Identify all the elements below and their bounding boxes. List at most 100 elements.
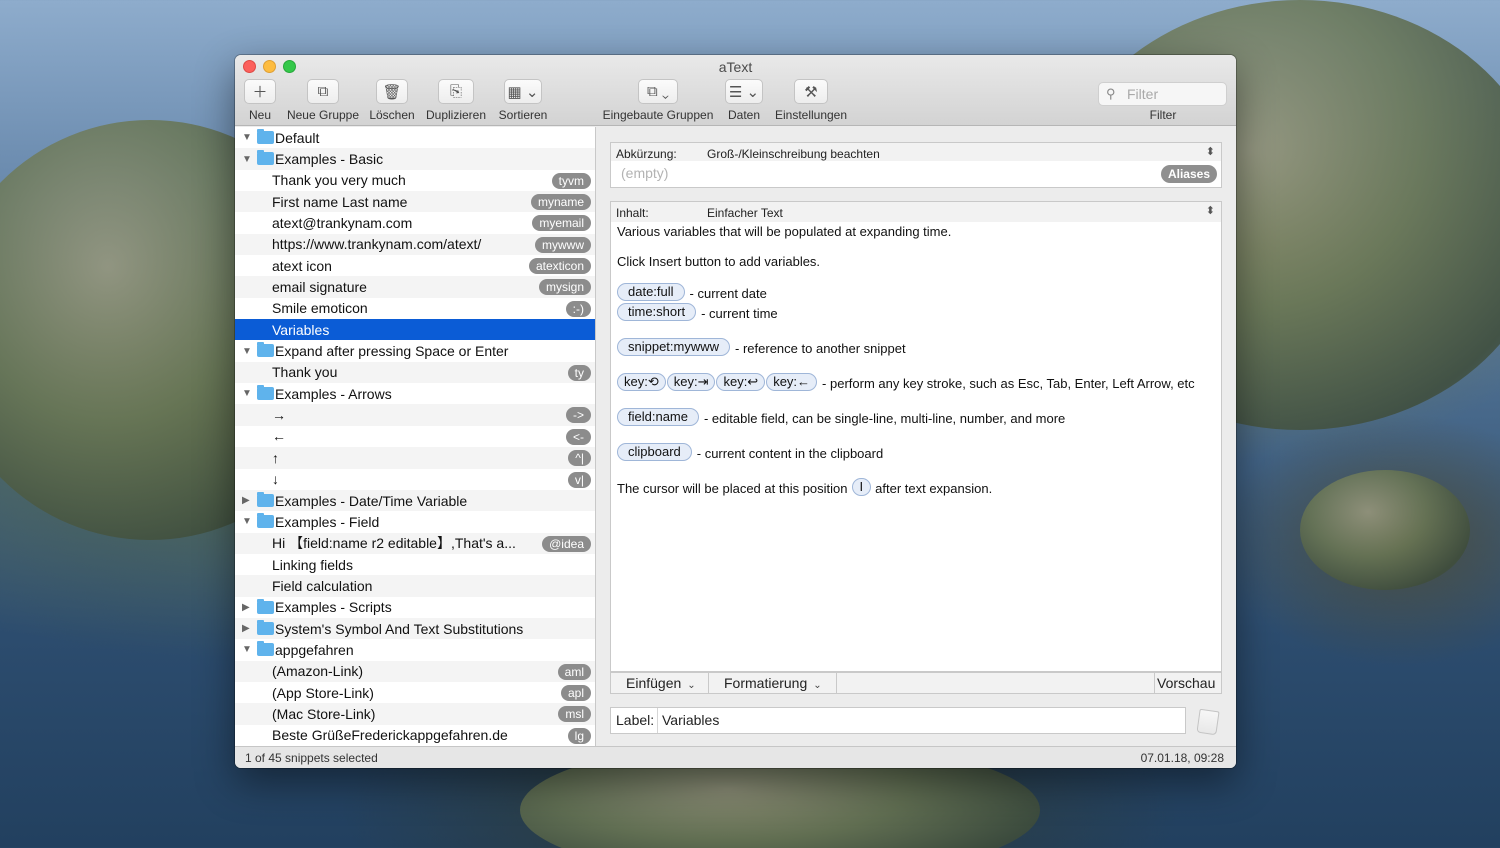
preview-button[interactable]: Vorschau bbox=[1154, 673, 1221, 693]
disclosure-expanded-icon[interactable]: ▼ bbox=[242, 154, 252, 165]
trash-icon[interactable] bbox=[1196, 708, 1220, 736]
trash-icon: 🗑 bbox=[376, 79, 408, 104]
snippet-row[interactable]: Hi 【field:name r2 editable】,That's a... @… bbox=[235, 532, 595, 554]
snippet-row[interactable]: Thank you very much tyvm bbox=[235, 170, 595, 191]
key-variable-token[interactable]: key:⟲ bbox=[617, 373, 666, 391]
abbreviation-badge: ^| bbox=[568, 450, 591, 467]
disclosure-expanded-icon[interactable]: ▼ bbox=[242, 132, 252, 143]
abbreviation-input[interactable]: (empty) Aliases bbox=[610, 161, 1222, 188]
group-name: Default bbox=[275, 129, 320, 146]
snippet-row[interactable]: email signature mysign bbox=[235, 276, 595, 298]
snippet-row[interactable]: (App Store-Link) apl bbox=[235, 682, 595, 703]
folder-icon bbox=[257, 342, 274, 358]
disclosure-collapsed-icon[interactable]: ▶ bbox=[242, 495, 250, 506]
snippet-row[interactable]: (Amazon-Link) aml bbox=[235, 660, 595, 682]
snippet-name: atext icon bbox=[272, 257, 332, 274]
abbreviation-badge: v| bbox=[567, 471, 591, 488]
disclosure-expanded-icon[interactable]: ▼ bbox=[242, 516, 252, 527]
label-divider bbox=[657, 708, 658, 733]
snippet-row[interactable]: Linking fields bbox=[235, 554, 595, 575]
disclosure-expanded-icon[interactable]: ▼ bbox=[242, 644, 252, 655]
snippet-row[interactable]: Field calculation bbox=[235, 575, 595, 597]
snippet-row[interactable]: ↑ ^| bbox=[235, 447, 595, 469]
snippet-row[interactable]: atext@trankynam.com myemail bbox=[235, 212, 595, 233]
group-row[interactable]: ▼ Examples - Basic bbox=[235, 148, 595, 170]
snippet-variable-token[interactable]: snippet:mywww bbox=[617, 338, 731, 356]
disclosure-collapsed-icon[interactable]: ▶ bbox=[242, 623, 250, 634]
clipboard-line: clipboard - current content in the clipb… bbox=[617, 443, 883, 461]
snippet-row[interactable]: Variables bbox=[235, 319, 595, 341]
abbreviation-badge: lg bbox=[567, 727, 591, 744]
cursor-variable-token[interactable]: I bbox=[851, 478, 872, 496]
disclosure-expanded-icon[interactable]: ▼ bbox=[242, 346, 252, 357]
abbreviation-badge: aml bbox=[557, 663, 591, 680]
updown-chevron-icon: ⬍ bbox=[1205, 205, 1215, 217]
snippet-name: ← bbox=[272, 428, 286, 445]
abbreviation-badge: :-) bbox=[565, 300, 591, 317]
snippet-name: (Amazon-Link) bbox=[272, 663, 364, 680]
group-name: Examples - Scripts bbox=[275, 599, 392, 616]
snippet-row[interactable]: Beste GrüßeFrederickappgefahren.de lg bbox=[235, 725, 595, 746]
group-row[interactable]: ▶ Examples - Date/Time Variable bbox=[235, 489, 595, 512]
key-line: key:⟲ key:⇥ key:↩ key:← - perform any ke… bbox=[617, 373, 1195, 391]
neue-gruppe-button[interactable]: ⧉ Neue Gruppe bbox=[284, 79, 362, 122]
filter-search-input[interactable]: ⚲ Filter bbox=[1098, 82, 1227, 106]
filter-placeholder: Filter bbox=[1127, 86, 1159, 102]
group-row[interactable]: ▼ appgefahren bbox=[235, 639, 595, 660]
clipboard-variable-token[interactable]: clipboard bbox=[617, 443, 692, 461]
key-variable-token[interactable]: key:↩ bbox=[716, 373, 766, 391]
snippet-row[interactable]: atext icon atexticon bbox=[235, 255, 595, 276]
cursor-line: The cursor will be placed at this positi… bbox=[617, 478, 992, 496]
folder-icon bbox=[257, 385, 274, 401]
snippet-row[interactable]: → -> bbox=[235, 404, 595, 426]
group-row[interactable]: ▶ Examples - Scripts bbox=[235, 597, 595, 618]
snippet-name: (Mac Store-Link) bbox=[272, 705, 376, 722]
group-row[interactable]: ▼ Examples - Arrows bbox=[235, 383, 595, 404]
insert-menu-button[interactable]: Einfügen ⌄ bbox=[611, 673, 709, 693]
snippet-list[interactable]: ▼ Default ▼ Examples - Basic Thank you very … bbox=[235, 127, 596, 746]
date-desc: - current date bbox=[689, 286, 767, 301]
snippet-row[interactable]: Thank you ty bbox=[235, 361, 595, 384]
toolbar-button-label: Neu bbox=[248, 108, 271, 122]
cursor-text-before: The cursor will be placed at this positi… bbox=[617, 481, 848, 496]
disclosure-expanded-icon[interactable]: ▼ bbox=[242, 388, 252, 399]
snippet-row[interactable]: ← <- bbox=[235, 426, 595, 447]
abbreviation-badge: -> bbox=[565, 407, 591, 424]
einstellungen-button[interactable]: ⚒ Einstellungen bbox=[771, 79, 851, 122]
content-type-popup[interactable]: Inhalt: Einfacher Text ⬍ bbox=[610, 201, 1222, 223]
daten-button[interactable]: ☰ ⌄ Daten bbox=[722, 79, 766, 122]
group-row[interactable]: ▼ Examples - Field bbox=[235, 511, 595, 532]
duplizieren-button[interactable]: ⎘ Duplizieren bbox=[423, 79, 489, 122]
snippet-row[interactable]: https://www.trankynam.com/atext/mywww bbox=[235, 233, 595, 256]
snippet-row[interactable]: Smile emoticon:-) bbox=[235, 298, 595, 319]
abbreviation-badge: atexticon bbox=[528, 258, 591, 275]
eingebaute-gruppen-button[interactable]: ⧉ ⌄ Eingebaute Gruppen bbox=[598, 79, 718, 122]
label-key: Label: bbox=[616, 712, 655, 728]
key-variable-token[interactable]: key:⇥ bbox=[666, 373, 716, 391]
time-variable-token[interactable]: time:short bbox=[617, 303, 697, 321]
disclosure-collapsed-icon[interactable]: ▶ bbox=[242, 602, 250, 613]
key-variable-token[interactable]: key:← bbox=[766, 373, 818, 391]
intro-line-1: Various variables that will be populated… bbox=[617, 224, 952, 239]
snippet-name: ↑ bbox=[272, 449, 279, 466]
aliases-button[interactable]: Aliases bbox=[1160, 165, 1217, 183]
group-row[interactable]: ▼ Expand after pressing Space or Enter bbox=[235, 340, 595, 361]
format-label: Formatierung bbox=[724, 675, 808, 691]
label-field[interactable]: Label: Variables bbox=[610, 707, 1186, 734]
field-variable-token[interactable]: field:name bbox=[617, 408, 699, 426]
snippet-row[interactable]: ↓ v| bbox=[235, 469, 595, 490]
format-menu-button[interactable]: Formatierung ⌄ bbox=[709, 673, 837, 693]
group-row[interactable]: ▶ System's Symbol And Text Substitutions bbox=[235, 617, 595, 640]
löschen-button[interactable]: 🗑 Löschen bbox=[367, 79, 417, 122]
content-editor[interactable]: Various variables that will be populated… bbox=[610, 222, 1222, 672]
sort-icon: ▦ ⌄ bbox=[504, 79, 542, 104]
neu-button[interactable]: ＋ Neu bbox=[240, 79, 280, 122]
abbreviation-mode: Groß-/Kleinschreibung beachten bbox=[707, 147, 880, 161]
abbreviation-badge: myname bbox=[530, 194, 591, 211]
snippet-row[interactable]: (Mac Store-Link) msl bbox=[235, 703, 595, 725]
folder-icon bbox=[257, 150, 274, 166]
date-variable-token[interactable]: date:full bbox=[617, 283, 685, 301]
snippet-row[interactable]: First name Last name myname bbox=[235, 191, 595, 213]
group-row[interactable]: ▼ Default bbox=[235, 127, 595, 148]
sortieren-button[interactable]: ▦ ⌄ Sortieren bbox=[494, 79, 552, 122]
